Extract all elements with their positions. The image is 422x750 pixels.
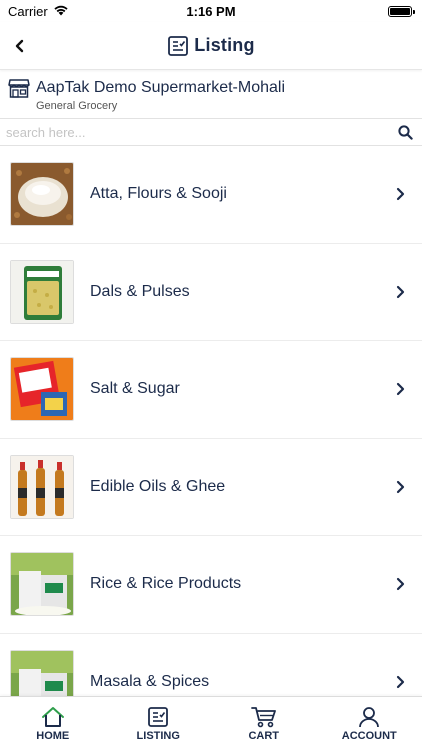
listing-icon: [148, 706, 169, 727]
carrier-label: Carrier: [8, 3, 48, 19]
category-label: Rice & Rice Products: [90, 575, 242, 593]
nav-title-group: Listing: [167, 35, 255, 57]
wifi-icon: [53, 4, 69, 19]
category-label: Atta, Flours & Sooji: [90, 185, 227, 203]
category-item-masala[interactable]: Masala & Spices: [0, 634, 422, 696]
tab-account[interactable]: ACCOUNT: [317, 697, 422, 750]
salt-sugar-thumbnail: [10, 357, 74, 422]
chevron-right-icon: [390, 672, 410, 692]
battery-icon: [388, 5, 415, 17]
tab-listing[interactable]: LISTING: [106, 697, 212, 750]
search-icon[interactable]: [396, 123, 414, 141]
search-bar: [0, 118, 422, 146]
store-name: AapTak Demo Supermarket-Mohali: [36, 79, 285, 96]
chevron-right-icon: [390, 379, 410, 399]
store-category: General Grocery: [36, 100, 118, 112]
chevron-right-icon: [390, 574, 410, 594]
carrier-group: Carrier: [8, 4, 69, 19]
search-input[interactable]: [6, 124, 396, 140]
category-item-dals[interactable]: Dals & Pulses: [0, 244, 422, 341]
masala-spices-thumbnail: [10, 649, 74, 696]
back-button[interactable]: [6, 32, 34, 60]
chevron-right-icon: [390, 477, 410, 497]
rice-products-thumbnail: [10, 552, 74, 617]
tab-cart[interactable]: CART: [211, 697, 317, 750]
category-label: Masala & Spices: [90, 672, 210, 690]
chevron-left-icon: [15, 39, 24, 53]
category-item-rice[interactable]: Rice & Rice Products: [0, 536, 422, 634]
edible-oils-thumbnail: [10, 454, 74, 519]
account-icon: [359, 706, 380, 727]
tab-home[interactable]: HOME: [0, 697, 106, 750]
chevron-right-icon: [390, 184, 410, 204]
bottom-tab-bar: HOME LISTING CART ACCOUNT: [0, 696, 422, 750]
tab-label: LISTING: [136, 729, 180, 742]
category-label: Dals & Pulses: [90, 282, 190, 300]
category-label: Salt & Sugar: [90, 380, 180, 398]
listing-icon: [168, 35, 189, 56]
tab-label: ACCOUNT: [341, 729, 397, 742]
tab-label: CART: [248, 729, 280, 742]
category-label: Edible Oils & Ghee: [90, 477, 226, 495]
home-icon: [41, 706, 64, 727]
cart-icon: [250, 706, 276, 727]
chevron-right-icon: [390, 282, 410, 302]
store-icon: [8, 79, 30, 98]
category-item-atta[interactable]: Atta, Flours & Sooji: [0, 146, 422, 244]
tab-label: HOME: [36, 729, 70, 742]
category-item-salt[interactable]: Salt & Sugar: [0, 341, 422, 439]
page-title: Listing: [194, 35, 255, 55]
store-header: AapTak Demo Supermarket-Mohali General G…: [0, 72, 422, 118]
category-item-oils[interactable]: Edible Oils & Ghee: [0, 439, 422, 536]
atta-flour-thumbnail: [10, 162, 74, 227]
category-list: Atta, Flours & Sooji Dals & Pulses Salt …: [0, 146, 422, 696]
dals-pulses-thumbnail: [10, 259, 74, 324]
status-bar: Carrier 1:16 PM: [0, 0, 422, 22]
nav-bar: Listing: [0, 22, 422, 70]
